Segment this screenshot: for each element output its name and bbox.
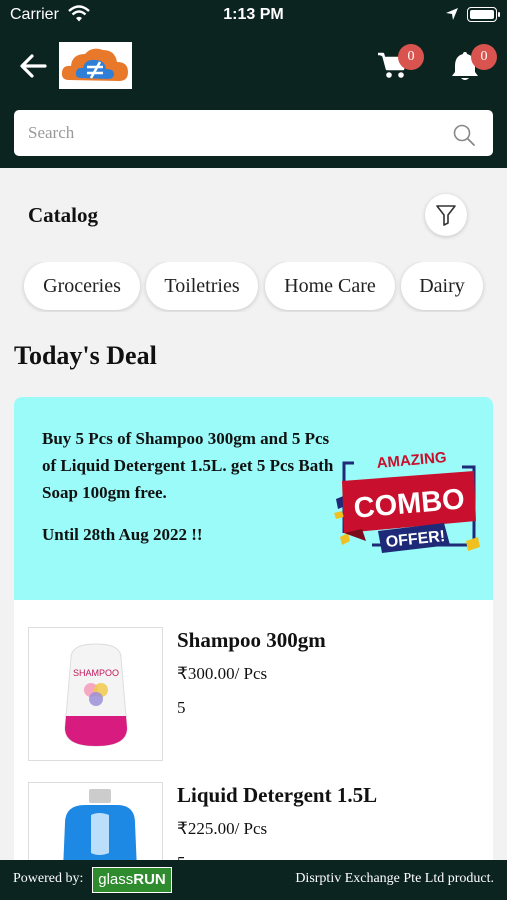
product-price: ₹225.00/ Pcs	[177, 819, 268, 838]
category-chip-toiletries[interactable]: Toiletries	[146, 262, 258, 310]
deal-products-list: SHAMPOO Shampoo 300gm ₹300.00/ Pcs 5 Liq…	[14, 600, 493, 860]
app-header: 0 0	[0, 32, 507, 168]
filter-icon	[436, 205, 456, 226]
battery-icon	[467, 7, 500, 22]
category-chip-dairy[interactable]: Dairy	[401, 262, 483, 310]
powered-by-label: Powered by:	[13, 871, 84, 886]
cart-count-badge: 0	[398, 44, 424, 70]
notification-count-badge: 0	[471, 44, 497, 70]
product-quantity: 5	[177, 698, 186, 717]
category-chips: Groceries Toiletries Home Care Dairy	[0, 262, 507, 312]
footer: Powered by: glassRUN Disrptiv Exchange P…	[0, 860, 507, 900]
deal-description: Buy 5 Pcs of Shampoo 300gm and 5 Pcs of …	[42, 429, 334, 502]
product-image	[28, 782, 163, 860]
badge-top-text: AMAZING	[376, 449, 447, 472]
product-label-text: SHAMPOO	[73, 668, 119, 678]
deal-validity: Until 28th Aug 2022 !!	[42, 525, 203, 544]
clock: 1:13 PM	[223, 6, 284, 23]
company-credit: Disrptiv Exchange Pte Ltd product.	[295, 871, 494, 886]
deal-banner[interactable]: Buy 5 Pcs of Shampoo 300gm and 5 Pcs of …	[14, 397, 493, 600]
search-bar	[14, 110, 493, 156]
search-icon[interactable]	[452, 123, 476, 147]
back-arrow-icon[interactable]	[18, 52, 48, 80]
todays-deal-heading: Today's Deal	[14, 341, 157, 370]
product-card[interactable]: SHAMPOO Shampoo 300gm ₹300.00/ Pcs 5	[14, 600, 493, 761]
product-quantity: 5	[177, 853, 186, 860]
app-logo	[59, 42, 132, 89]
product-image: SHAMPOO	[28, 627, 163, 761]
filter-button[interactable]	[425, 194, 467, 236]
status-bar: Carrier 1:13 PM	[0, 0, 507, 32]
category-chip-groceries[interactable]: Groceries	[24, 262, 140, 310]
product-name: Liquid Detergent 1.5L	[177, 783, 378, 807]
product-card[interactable]: Liquid Detergent 1.5L ₹225.00/ Pcs 5	[14, 755, 493, 860]
glassrun-logo: glassRUN	[92, 867, 172, 893]
location-arrow-icon	[446, 8, 458, 20]
product-price: ₹300.00/ Pcs	[177, 664, 268, 683]
catalog-heading: Catalog	[28, 203, 98, 227]
search-input[interactable]	[28, 120, 428, 146]
product-name: Shampoo 300gm	[177, 628, 326, 652]
category-chip-home-care[interactable]: Home Care	[265, 262, 395, 310]
combo-offer-badge: AMAZING COMBO OFFER!	[334, 449, 480, 553]
